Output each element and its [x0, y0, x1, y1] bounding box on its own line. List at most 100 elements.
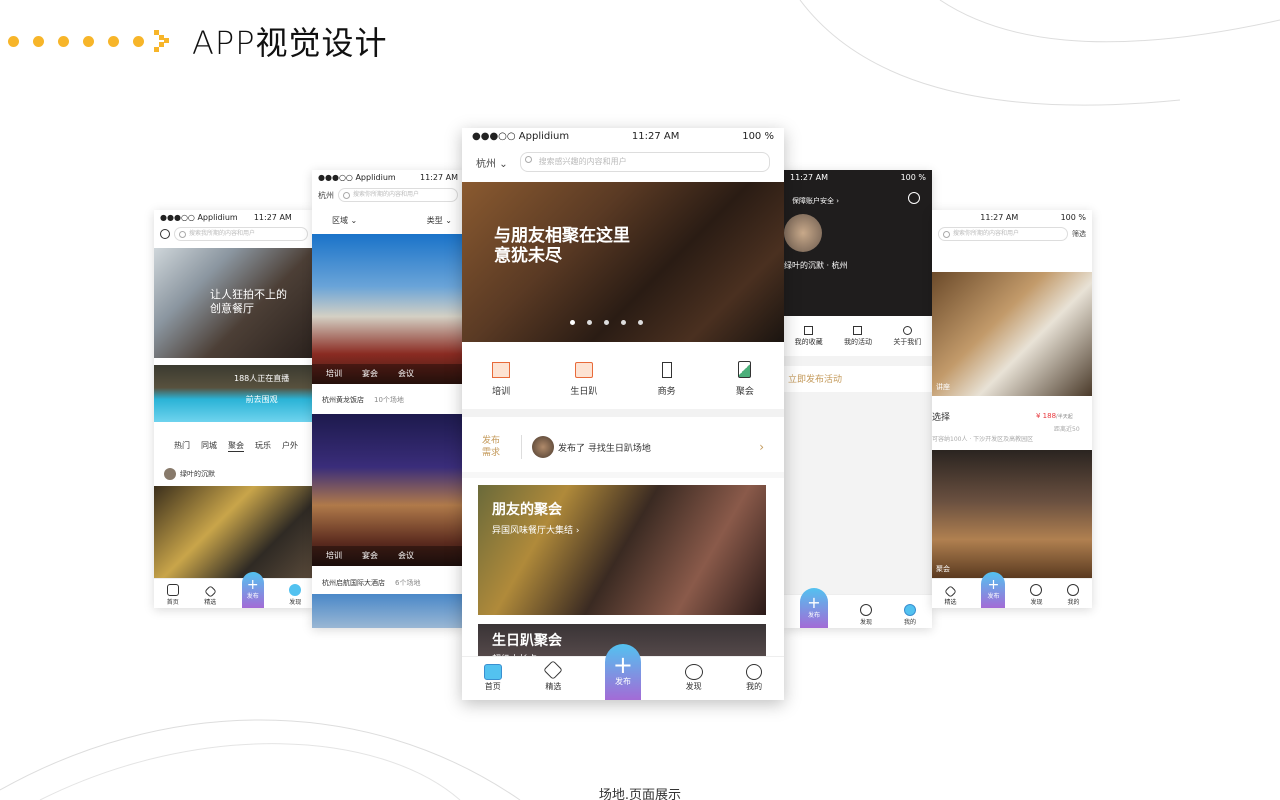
filter-area-dropdown[interactable]: 区域 ⌄	[332, 215, 357, 226]
home-icon	[166, 584, 179, 596]
filter-button[interactable]: 筛选	[1072, 229, 1086, 239]
pixel-arrow-icon	[154, 30, 170, 52]
tab-fun[interactable]: 玩乐	[255, 440, 271, 452]
tab-local[interactable]: 同城	[201, 440, 217, 452]
diamond-icon	[543, 660, 564, 680]
heart-plus-icon	[289, 584, 302, 596]
category-business[interactable]: 商务	[658, 361, 676, 397]
tag-lecture: 讲座	[936, 383, 950, 391]
chevron-right-icon: ›	[836, 197, 840, 205]
nav-mine[interactable]: 我的	[746, 663, 763, 694]
venue3-image[interactable]	[312, 594, 464, 628]
plus-icon: +	[246, 576, 259, 593]
battery-label: 100 %	[1060, 212, 1086, 222]
nav-discover[interactable]: 发现	[1030, 584, 1042, 608]
category-birthday[interactable]: 生日趴	[570, 361, 597, 397]
city-selector[interactable]: 杭州 ⌄	[476, 155, 508, 170]
phone-profile: 11:27 AM 100 % 保障账户安全 › 绿叶的沉默 · 杭州 我的收藏 我…	[784, 170, 932, 628]
nav-featured[interactable]: 精选	[203, 585, 217, 608]
post-author[interactable]: 绿叶的沉默	[164, 468, 215, 480]
nav-publish-button[interactable]: + 发布	[604, 643, 641, 700]
nav-home[interactable]: 首页	[483, 663, 502, 694]
phone-home-main: ●●●○○ Applidium 11:27 AM 100 % 杭州 ⌄ 搜索感兴趣的…	[462, 128, 784, 700]
nav-featured[interactable]: 精选	[543, 660, 564, 694]
menu-about[interactable]: 关于我们	[893, 325, 921, 347]
category-party[interactable]: 聚会	[736, 361, 754, 397]
venue2-name: 杭州启航国际大酒店	[322, 579, 385, 587]
filter-bar: 区域 ⌄ 类型 ⌄	[332, 215, 452, 226]
live-count: 188人正在直播	[234, 374, 290, 383]
avatar	[532, 436, 554, 458]
nav-publish-button[interactable]: + 发布	[981, 572, 1006, 608]
tab-party[interactable]: 聚会	[228, 440, 244, 452]
phone-venue-list: ●●●○○ Applidium 11:27 AM 杭州 搜索你所期的内容和用户 区…	[312, 170, 464, 628]
menu-activities[interactable]: 我的活动	[844, 325, 872, 347]
nav-publish-button[interactable]: + 发布	[241, 572, 264, 608]
party-venue-image[interactable]: 聚会	[932, 450, 1092, 578]
chevron-right-icon[interactable]: ›	[759, 440, 764, 454]
search-input[interactable]: 搜索你所期的内容和用户	[938, 227, 1068, 241]
chevron-down-icon: ⌄	[350, 216, 358, 225]
venue1-info[interactable]: 杭州黄龙饭店 10个场地	[322, 395, 404, 405]
live-subtext: 前去围观	[245, 395, 278, 404]
profile-name: 绿叶的沉默 · 杭州	[784, 261, 848, 270]
time-label: 11:27 AM	[790, 172, 828, 182]
security-banner[interactable]: 保障账户安全 ›	[792, 196, 839, 206]
battery-label: 100 %	[742, 130, 774, 142]
nav-featured[interactable]: 精选	[944, 585, 957, 608]
restaurant-banner-image[interactable]: 让人狂拍不上的 创意餐厅	[154, 248, 314, 358]
heart-plus-icon	[684, 663, 703, 680]
venue2-tags: 培训 宴会 会议	[312, 546, 464, 566]
filter-type-dropdown[interactable]: 类型 ⌄	[427, 215, 452, 226]
venue2-image[interactable]: 培训 宴会 会议	[312, 414, 464, 566]
dot-row-decoration	[8, 35, 144, 47]
hero-banner-image[interactable]: 与朋友相聚在这里 意犹未尽	[462, 182, 784, 342]
user-icon[interactable]	[160, 229, 170, 239]
nav-discover[interactable]: 发现	[289, 584, 301, 608]
nav-mine[interactable]: 我的	[1067, 584, 1079, 608]
nav-discover[interactable]: 发现	[859, 604, 872, 628]
battery-label: 100 %	[900, 172, 926, 182]
demand-post-row[interactable]: 发布 需求 发布了 寻找生日趴场地 ›	[462, 422, 784, 472]
nav-discover[interactable]: 发现	[684, 663, 703, 694]
usb-icon	[661, 361, 672, 378]
page-caption: 场地.页面展示	[598, 788, 682, 800]
tab-outdoor[interactable]: 户外	[282, 440, 298, 452]
post-text: 发布了 寻找生日趴场地	[558, 443, 651, 454]
plus-icon: +	[807, 592, 821, 612]
publish-activity-button[interactable]: 立即发布活动	[784, 366, 932, 392]
nav-mine[interactable]: 我的	[903, 604, 916, 628]
time-label: 11:27 AM	[980, 212, 1019, 222]
category-training[interactable]: 培训	[492, 361, 510, 397]
time-label: 11:27 AM	[631, 130, 680, 142]
city-selector[interactable]: 杭州	[318, 190, 334, 201]
venue1-image[interactable]: 培训 宴会 会议	[312, 234, 464, 384]
party-card[interactable]: 朋友的聚会 异国风味餐厅大集结 ›	[478, 485, 766, 615]
live-pool-image[interactable]: 188人正在直播 前去围观	[154, 365, 314, 422]
chevron-down-icon: ⌄	[499, 158, 508, 170]
tab-hot[interactable]: 热门	[174, 440, 190, 452]
nav-publish-button[interactable]: + 发布	[799, 588, 828, 628]
search-input[interactable]: 搜索你所期的内容和用户	[338, 188, 458, 202]
lecture-image[interactable]: 讲座	[932, 272, 1092, 396]
card-title: 朋友的聚会	[492, 502, 562, 518]
nav-home[interactable]: 首页	[166, 584, 179, 608]
venue2-info[interactable]: 杭州启航国际大酒店 6个场地	[322, 578, 420, 588]
price-info: ¥ 188/半天起	[1036, 412, 1073, 420]
search-input[interactable]: 搜索我所期的内容和用户	[174, 227, 308, 241]
venue1-name: 杭州黄龙饭店	[322, 396, 364, 404]
phone-card-icon	[738, 361, 752, 378]
carousel-dots[interactable]	[570, 320, 643, 325]
search-input[interactable]: 搜索感兴趣的内容和用户	[519, 152, 770, 172]
settings-icon[interactable]	[908, 192, 920, 204]
distance: 距离近50	[1054, 426, 1080, 433]
banner-line1: 让人狂拍不上的	[210, 288, 287, 301]
feed-post-image[interactable]	[154, 486, 314, 578]
plus-icon: +	[987, 576, 1000, 593]
card-subtitle: 异国风味餐厅大集结 ›	[492, 526, 580, 536]
venue-title: 选择	[932, 413, 951, 423]
avatar	[164, 468, 176, 480]
avatar[interactable]	[784, 214, 822, 252]
venue1-tags: 培训 宴会 会议	[312, 364, 464, 384]
menu-favorites[interactable]: 我的收藏	[795, 325, 823, 347]
